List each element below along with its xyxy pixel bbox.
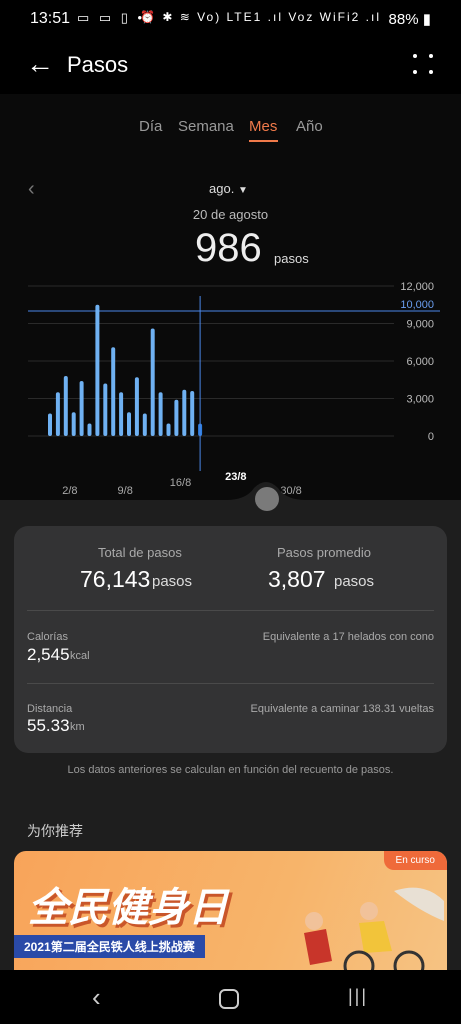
status-time: 13:51 bbox=[30, 10, 71, 27]
divider bbox=[27, 610, 434, 611]
status-bar: 13:51 ▭ ▭ ▯ • ⏰ ✱ ≋ Vo) LTE1 .ıl Voz WiF… bbox=[0, 0, 461, 38]
steps-bar-chart[interactable]: 12,0009,0006,0003,000010,0002/8 9/816/8 23… bbox=[0, 275, 461, 495]
chart-bar bbox=[87, 423, 92, 436]
active-tab-indicator bbox=[249, 140, 278, 142]
chart-bar bbox=[182, 389, 187, 436]
average-steps-unit: pasos bbox=[334, 573, 375, 590]
chart-bar bbox=[48, 413, 52, 436]
y-tick-label: 0 bbox=[428, 431, 434, 443]
selected-steps: 986 bbox=[195, 226, 262, 270]
selected-steps-unit: pasos bbox=[274, 251, 309, 266]
divider bbox=[27, 683, 434, 684]
notification-icons: ▭ ▭ ▯ • bbox=[77, 10, 146, 25]
signal-icons: ⏰ ✱ ≋ Vo) LTE1 .ıl Voz WiFi2 .ıl bbox=[140, 10, 381, 24]
summary-card: Total de pasos 76,143 pasos Pasos promed… bbox=[14, 526, 447, 753]
previous-month-icon[interactable]: ‹ bbox=[28, 178, 35, 201]
chart-bar bbox=[103, 383, 108, 436]
caret-down-icon: ▼ bbox=[237, 185, 248, 196]
chart-bar bbox=[166, 423, 171, 436]
chart-bar bbox=[150, 328, 155, 436]
average-steps-value: 3,807 bbox=[268, 566, 326, 592]
x-tick-label: 9/8 bbox=[118, 485, 133, 495]
y-tick-label: 9,000 bbox=[406, 319, 434, 331]
total-steps-label: Total de pasos bbox=[98, 545, 182, 560]
period-tabs: Día Semana Mes Año bbox=[0, 118, 461, 148]
selected-date: 20 de agosto bbox=[192, 207, 269, 222]
calories-unit: kcal bbox=[70, 650, 90, 662]
system-nav-bar: ‹ ||| bbox=[0, 970, 461, 1024]
x-tick-label: 2/8 bbox=[62, 485, 77, 495]
battery-level: 88% ▮ bbox=[388, 11, 431, 28]
nav-recents-icon[interactable]: ||| bbox=[348, 986, 368, 1007]
chart-bar bbox=[111, 347, 116, 436]
more-options-icon[interactable] bbox=[413, 54, 433, 74]
event-banner[interactable]: En curso 全民健身日 2021第二届全民铁人线上挑战赛 bbox=[14, 851, 447, 976]
calories-value: 2,545 bbox=[27, 645, 70, 664]
total-steps-unit: pasos bbox=[152, 573, 193, 590]
app-bar: ← Pasos bbox=[0, 38, 461, 94]
target-label: 10,000 bbox=[400, 299, 434, 311]
chart-bar bbox=[174, 399, 179, 436]
month-selector[interactable]: ago. ▼ bbox=[209, 181, 248, 196]
tab-dia[interactable]: Día bbox=[139, 118, 162, 135]
y-tick-label: 3,000 bbox=[406, 394, 434, 406]
chart-bar bbox=[95, 304, 100, 436]
battery-icon: ▮ bbox=[422, 11, 431, 28]
data-footnote: Los datos anteriores se calculan en func… bbox=[67, 764, 394, 776]
calories-label: Calorías bbox=[27, 631, 68, 643]
recommend-title: 为你推荐 bbox=[27, 823, 83, 839]
total-steps-value: 76,143 bbox=[80, 566, 151, 592]
chart-bar bbox=[142, 413, 147, 436]
average-steps-label: Pasos promedio bbox=[277, 545, 371, 560]
back-arrow-icon[interactable]: ← bbox=[26, 50, 54, 78]
chart-bar bbox=[71, 412, 76, 436]
tab-ano[interactable]: Año bbox=[296, 118, 323, 135]
chart-bar bbox=[55, 392, 60, 436]
y-tick-label: 6,000 bbox=[406, 356, 434, 368]
banner-headline: 全民健身日 bbox=[28, 886, 228, 930]
chart-scrubber-handle[interactable] bbox=[255, 487, 279, 511]
chart-bar bbox=[63, 376, 68, 436]
chart-bar bbox=[127, 412, 131, 436]
distance-equivalent: Equivalente a caminar 138.31 vueltas bbox=[250, 703, 434, 715]
chart-bar bbox=[79, 381, 84, 436]
calories-equivalent: Equivalente a 17 helados con cono bbox=[262, 631, 434, 643]
chart-bar bbox=[190, 391, 195, 436]
chart-bar bbox=[119, 392, 124, 436]
chart-bar bbox=[134, 377, 139, 436]
nav-back-icon[interactable]: ‹ bbox=[92, 982, 101, 1013]
distance-label: Distancia bbox=[27, 703, 73, 715]
banner-status-badge: En curso bbox=[383, 851, 447, 870]
tab-semana[interactable]: Semana bbox=[178, 118, 234, 135]
page-title: Pasos bbox=[67, 52, 129, 77]
x-tick-label: 16/8 bbox=[170, 477, 191, 489]
banner-subtitle: 2021第二届全民铁人线上挑战赛 bbox=[14, 935, 205, 958]
y-tick-label: 12,000 bbox=[400, 281, 434, 293]
distance-unit: km bbox=[70, 721, 85, 733]
banner-athletes-illustration bbox=[304, 887, 444, 976]
nav-home-icon[interactable] bbox=[219, 989, 239, 1009]
tab-mes[interactable]: Mes bbox=[249, 118, 277, 135]
chart-bar bbox=[158, 392, 163, 436]
distance-value: 55.33 bbox=[27, 716, 70, 735]
